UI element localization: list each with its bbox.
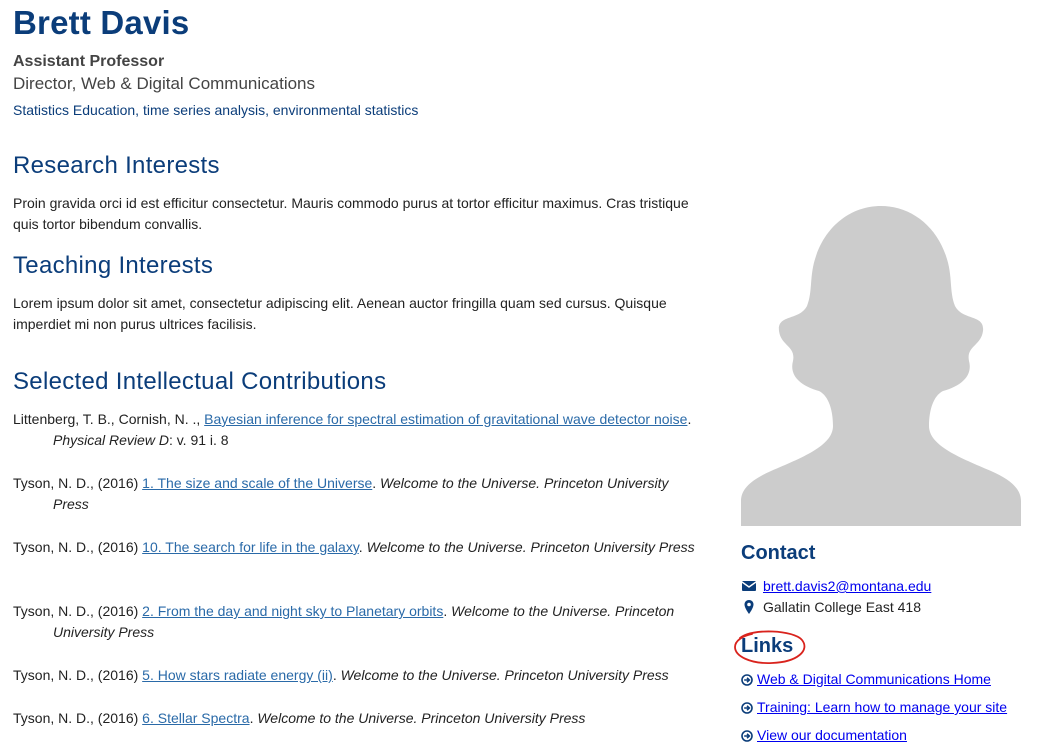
- contribution-link[interactable]: 2. From the day and night sky to Planeta…: [142, 603, 443, 619]
- contributions-heading: Selected Intellectual Contributions: [13, 368, 387, 395]
- contact-location-row: Gallatin College East 418: [741, 599, 921, 615]
- envelope-icon: [741, 578, 757, 594]
- contribution-source: Welcome to the Universe. Princeton Unive…: [340, 667, 669, 683]
- profile-tagline: Statistics Education, time series analys…: [13, 102, 419, 118]
- profile-position: Director, Web & Digital Communications: [13, 74, 316, 93]
- profile-name: Brett Davis: [13, 4, 190, 41]
- link-documentation[interactable]: View our documentation: [757, 727, 907, 743]
- contribution-link[interactable]: 5. How stars radiate energy (ii): [142, 667, 333, 683]
- contribution-link[interactable]: 10. The search for life in the galaxy: [142, 539, 359, 555]
- contribution-authors: Tyson, N. D., (2016): [13, 603, 143, 619]
- contribution-item: Littenberg, T. B., Cornish, N. ., Bayesi…: [13, 409, 703, 451]
- contribution-authors: Tyson, N. D., (2016): [13, 667, 143, 683]
- contribution-authors: Tyson, N. D., (2016): [13, 539, 143, 555]
- contribution-punct: .: [687, 411, 692, 427]
- contact-location: Gallatin College East 418: [763, 599, 921, 615]
- teaching-text: Lorem ipsum dolor sit amet, consectetur …: [13, 295, 667, 332]
- link-web-communications-home[interactable]: Web & Digital Communications Home: [757, 671, 991, 687]
- person-silhouette-icon: [741, 206, 1021, 526]
- contribution-link[interactable]: Bayesian inference for spectral estimati…: [204, 411, 687, 427]
- contribution-authors: Tyson, N. D., (2016): [13, 475, 143, 491]
- contribution-item: Tyson, N. D., (2016) 5. How stars radiat…: [13, 665, 703, 686]
- contact-email-link[interactable]: brett.davis2@montana.edu: [763, 578, 931, 594]
- contribution-item: Tyson, N. D., (2016) 2. From the day and…: [13, 601, 703, 643]
- circle-arrow-right-icon: [741, 701, 753, 714]
- contribution-item: Tyson, N. D., (2016) 6. Stellar Spectra.…: [13, 708, 703, 729]
- research-text: Proin gravida orci id est efficitur cons…: [13, 195, 689, 232]
- annotation-circle: [734, 630, 806, 664]
- link-item[interactable]: Training: Learn how to manage your site: [741, 699, 1007, 715]
- link-item[interactable]: Web & Digital Communications Home: [741, 671, 991, 687]
- contribution-authors: Littenberg, T. B., Cornish, N. .,: [13, 411, 205, 427]
- contribution-item: Tyson, N. D., (2016) 10. The search for …: [13, 537, 703, 558]
- contribution-authors: Tyson, N. D., (2016): [13, 710, 143, 726]
- contact-email-row: brett.davis2@montana.edu: [741, 578, 931, 594]
- profile-title: Assistant Professor: [13, 53, 165, 70]
- contribution-tail: : v. 91 i. 8: [168, 432, 229, 448]
- link-item[interactable]: View our documentation: [741, 727, 907, 743]
- circle-arrow-right-icon: [741, 673, 753, 686]
- contribution-punct: .: [358, 539, 367, 555]
- research-heading: Research Interests: [13, 152, 220, 179]
- contribution-punct: .: [443, 603, 452, 619]
- contribution-source: Welcome to the Universe. Princeton Unive…: [366, 539, 695, 555]
- profile-page: Brett Davis Assistant Professor Director…: [0, 0, 1051, 753]
- contribution-punct: .: [372, 475, 381, 491]
- contribution-source: Welcome to the Universe. Princeton Unive…: [257, 710, 586, 726]
- profile-photo-placeholder: [741, 196, 1021, 526]
- circle-arrow-right-icon: [741, 729, 753, 742]
- contribution-item: Tyson, N. D., (2016) 1. The size and sca…: [13, 473, 703, 515]
- map-marker-icon: [741, 599, 757, 615]
- contribution-link[interactable]: 6. Stellar Spectra: [142, 710, 249, 726]
- contribution-link[interactable]: 1. The size and scale of the Universe: [142, 475, 372, 491]
- contribution-punct: .: [332, 667, 341, 683]
- contact-heading: Contact: [741, 542, 816, 564]
- link-training[interactable]: Training: Learn how to manage your site: [757, 699, 1007, 715]
- contribution-source: Physical Review D: [53, 432, 169, 448]
- teaching-heading: Teaching Interests: [13, 252, 214, 279]
